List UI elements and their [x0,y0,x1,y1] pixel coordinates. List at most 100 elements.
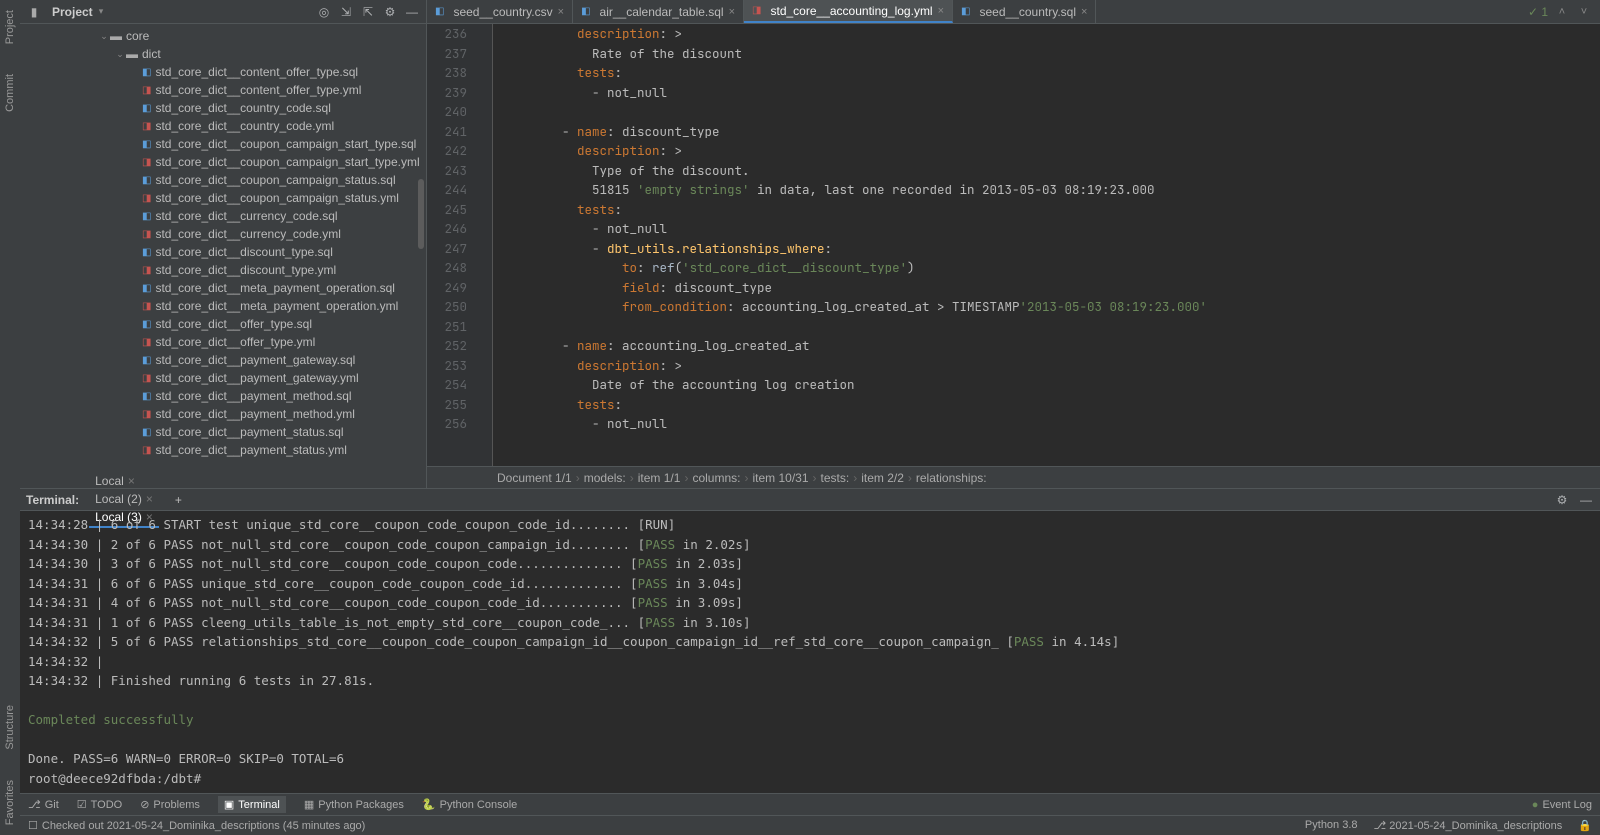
terminal-tabs: Terminal: Local ×Local (2) ×Local (3) × … [20,489,1600,511]
yml-file-icon: ◨ [142,121,151,132]
panel-title[interactable]: Project [52,5,93,19]
tree-file[interactable]: ◨std_core_dict__currency_code.yml [20,225,426,243]
bottom-tool-todo[interactable]: ☑TODO [77,798,122,811]
bottom-tool-terminal[interactable]: ▣Terminal [218,796,286,813]
bottom-tool-strip: ⎇Git ☑TODO ⊘Problems ▣Terminal ▦Python Packa… [20,793,1600,815]
tree-file[interactable]: ◧std_core_dict__country_code.sql [20,99,426,117]
bottom-tool-git[interactable]: ⎇Git [28,798,59,811]
tree-file[interactable]: ◨std_core_dict__payment_gateway.yml [20,369,426,387]
status-bar: ☐ Checked out 2021-05-24_Dominika_descri… [20,815,1600,835]
gear-icon[interactable]: ⚙ [382,4,398,20]
editor-tab[interactable]: ◧seed__country.sql× [953,0,1096,23]
breadcrumb-item[interactable]: item 10/31 [752,471,808,485]
sql-file-icon: ◧ [142,175,151,186]
lock-icon[interactable]: 🔒 [1578,819,1592,832]
fold-column[interactable] [477,24,492,466]
terminal-label: Terminal: [26,493,79,507]
tree-file[interactable]: ◨std_core_dict__payment_status.yml [20,441,426,459]
tree-file[interactable]: ◨std_core_dict__payment_method.yml [20,405,426,423]
close-icon[interactable]: × [146,492,153,506]
terminal-panel: Terminal: Local ×Local (2) ×Local (3) × … [20,488,1600,793]
rail-project[interactable]: Project [4,10,16,44]
status-python[interactable]: Python 3.8 [1305,819,1358,832]
hide-icon[interactable]: — [404,4,420,20]
chevron-up-icon[interactable]: ˄ [1554,4,1570,20]
breadcrumb-item[interactable]: columns: [692,471,740,485]
breadcrumb-item[interactable]: item 1/1 [638,471,681,485]
yml-file-icon: ◨ [142,373,151,384]
tree-scrollbar[interactable] [418,179,424,249]
tree-file[interactable]: ◧std_core_dict__meta_payment_operation.s… [20,279,426,297]
code-content[interactable]: description: > Rate of the discount test… [512,24,1600,466]
close-icon[interactable]: × [558,6,564,18]
bottom-tool-problems[interactable]: ⊘Problems [140,798,200,811]
hide-icon[interactable]: — [1578,492,1594,508]
yml-file-icon: ◨ [142,445,151,456]
tree-file[interactable]: ◨std_core_dict__coupon_campaign_start_ty… [20,153,426,171]
rail-structure[interactable]: Structure [4,705,16,750]
event-log-button[interactable]: ●Event Log [1532,799,1592,811]
tree-folder-dict[interactable]: ⌄ ▬ dict [20,45,426,63]
breadcrumb-item[interactable]: relationships: [916,471,987,485]
tree-file[interactable]: ◧std_core_dict__payment_method.sql [20,387,426,405]
gear-icon[interactable]: ⚙ [1554,492,1570,508]
terminal-tab[interactable]: Local (2) × [89,490,159,508]
editor-tab[interactable]: ◧seed__country.csv× [427,0,573,23]
tree-file[interactable]: ◧std_core_dict__offer_type.sql [20,315,426,333]
sql-file-icon: ◧ [142,427,151,438]
vcs-status-icon: ☐ [28,819,38,832]
tree-file[interactable]: ◧std_core_dict__currency_code.sql [20,207,426,225]
close-icon[interactable]: × [729,6,735,18]
status-branch[interactable]: ⎇ 2021-05-24_Dominika_descriptions [1374,819,1563,832]
tree-file[interactable]: ◨std_core_dict__meta_payment_operation.y… [20,297,426,315]
rail-favorites[interactable]: Favorites [4,780,16,825]
yml-file-icon: ◨ [142,193,151,204]
editor-tab[interactable]: ◨std_core__accounting_log.yml× [744,0,953,23]
tree-file[interactable]: ◨std_core_dict__coupon_campaign_status.y… [20,189,426,207]
yml-file-icon: ◨ [142,337,151,348]
tree-file[interactable]: ◧std_core_dict__coupon_campaign_status.s… [20,171,426,189]
yml-file-icon: ◨ [142,157,151,168]
left-tool-rail: Project Commit Structure Favorites [0,0,20,835]
sql-file-icon: ◧ [142,283,151,294]
expand-icon[interactable]: ⇲ [338,4,354,20]
tree-file[interactable]: ◨std_core_dict__discount_type.yml [20,261,426,279]
breadcrumb-item[interactable]: Document 1/1 [497,471,572,485]
sql-file-icon: ◧ [142,103,151,114]
bottom-tool-python-packages[interactable]: ▦Python Packages [304,798,404,811]
folder-icon: ▬ [126,47,138,61]
line-gutter: 2362372382392402412422432442452462472482… [427,24,477,466]
code-editor[interactable]: 2362372382392402412422432442452462472482… [427,24,1600,466]
close-icon[interactable]: × [1081,6,1087,18]
breadcrumb-item[interactable]: tests: [821,471,850,485]
tree-file[interactable]: ◧std_core_dict__coupon_campaign_start_ty… [20,135,426,153]
chevron-down-icon[interactable]: ˅ [1576,4,1592,20]
target-icon[interactable]: ◎ [316,4,332,20]
yml-file-icon: ◨ [142,85,151,96]
bottom-tool-python-console[interactable]: 🐍Python Console [422,798,517,811]
breadcrumb-item[interactable]: models: [584,471,626,485]
project-tree[interactable]: ⌄ ▬ core ⌄ ▬ dict ◧std_core_dict__conten… [20,24,426,488]
yml-file-icon: ◨ [142,229,151,240]
tree-file[interactable]: ◧std_core_dict__payment_gateway.sql [20,351,426,369]
terminal-output[interactable]: 14:34:28 | 6 of 6 START test unique_std_… [20,511,1600,793]
sql-file-icon: ◧ [142,319,151,330]
sql-file-icon: ◧ [581,6,590,17]
breadcrumb[interactable]: Document 1/1›models:›item 1/1›columns:›i… [427,466,1600,488]
rail-commit[interactable]: Commit [4,74,16,112]
status-left[interactable]: Checked out 2021-05-24_Dominika_descript… [42,820,365,832]
tree-file[interactable]: ◨std_core_dict__content_offer_type.yml [20,81,426,99]
add-terminal-button[interactable]: + [169,491,188,509]
tree-file[interactable]: ◧std_core_dict__payment_status.sql [20,423,426,441]
tree-folder-core[interactable]: ⌄ ▬ core [20,27,426,45]
inspection-status[interactable]: ✓ 1 [1528,5,1548,19]
yml-file-icon: ◨ [142,265,151,276]
tree-file[interactable]: ◨std_core_dict__country_code.yml [20,117,426,135]
collapse-icon[interactable]: ⇱ [360,4,376,20]
editor-tab[interactable]: ◧air__calendar_table.sql× [573,0,744,23]
tree-file[interactable]: ◨std_core_dict__offer_type.yml [20,333,426,351]
tree-file[interactable]: ◧std_core_dict__discount_type.sql [20,243,426,261]
breadcrumb-item[interactable]: item 2/2 [861,471,904,485]
close-icon[interactable]: × [938,5,944,17]
tree-file[interactable]: ◧std_core_dict__content_offer_type.sql [20,63,426,81]
